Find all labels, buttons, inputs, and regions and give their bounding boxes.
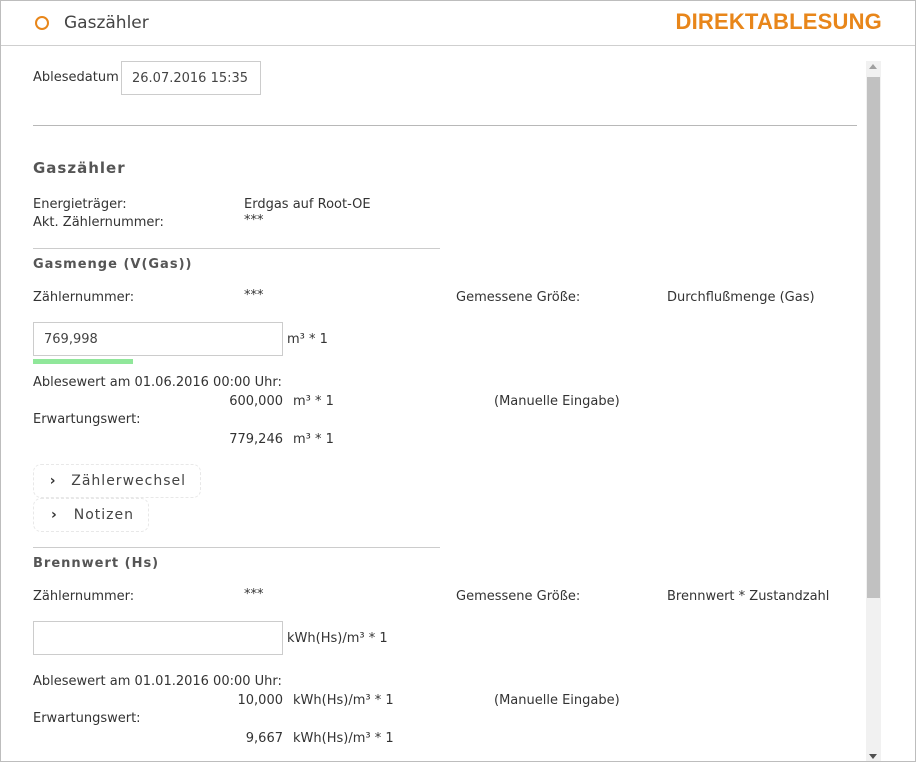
app-window: Gaszähler DIREKTABLESUNG Ablesedatum 26.… [0,0,916,762]
page-title: Gaszähler [64,13,149,33]
section-divider [33,547,440,548]
cal-meter-number-label: Zählernummer: [33,589,135,604]
gas-last-reading-source: (Manuelle Eingabe) [494,394,620,409]
input-progress-bar [33,359,133,364]
cal-expected-label: Erwartungswert: [33,711,141,726]
accordion-label: Notizen [73,507,134,523]
gas-last-reading-value: 600,000 [229,394,283,409]
cal-last-reading-value: 10,000 [237,693,284,708]
cal-input-unit: kWh(Hs)/m³ * 1 [287,631,388,646]
gas-last-reading-unit: m³ * 1 [293,394,334,409]
energy-value: Erdgas auf Root-OE [244,197,371,212]
scrollbar-thumb[interactable] [867,77,880,598]
cal-expected-unit: kWh(Hs)/m³ * 1 [293,731,394,746]
meter-number-value: *** [244,213,264,228]
energy-label: Energieträger: [33,197,127,212]
cal-measured-value: Brennwert * Zustandzahl [667,589,830,604]
scroll-up-arrow-icon[interactable] [869,64,877,69]
title-bar: Gaszähler DIREKTABLESUNG [1,1,915,46]
cal-measured-label: Gemessene Größe: [456,589,581,604]
cal-last-reading-unit: kWh(Hs)/m³ * 1 [293,693,394,708]
cal-expected-value: 9,667 [245,731,283,746]
scroll-down-arrow-icon[interactable] [869,754,877,759]
gas-measured-value: Durchflußmenge (Gas) [667,290,815,305]
calorific-reading-input[interactable] [33,621,283,655]
cal-last-reading-source: (Manuelle Eingabe) [494,693,620,708]
accordion-notes[interactable]: › Notizen [33,498,149,532]
meter-number-label: Akt. Zählernummer: [33,215,164,230]
gas-last-reading-label: Ablesewert am 01.06.2016 00:00 Uhr: [33,375,282,390]
gas-meter-number-label: Zählernummer: [33,290,135,305]
cal-last-reading-label: Ablesewert am 01.01.2016 00:00 Uhr: [33,674,282,689]
status-circle-icon [35,16,49,30]
meter-heading: Gaszähler [33,159,126,177]
gas-reading-input[interactable]: 769,998 [33,322,283,356]
gas-volume-heading: Gasmenge (V(Gas)) [33,257,193,272]
gas-measured-label: Gemessene Größe: [456,290,581,305]
gas-expected-value: 779,246 [229,432,283,447]
reading-date-label: Ablesedatum [33,70,119,85]
gas-expected-unit: m³ * 1 [293,432,334,447]
calorific-heading: Brennwert (Hs) [33,556,160,571]
gas-input-unit: m³ * 1 [287,332,328,347]
chevron-right-icon: › [50,507,57,523]
cal-meter-number-value: *** [244,587,264,602]
chevron-right-icon: › [49,473,56,489]
gas-expected-label: Erwartungswert: [33,412,141,427]
gas-meter-number-value: *** [244,288,264,303]
accordion-meter-change[interactable]: › Zählerwechsel [33,464,201,498]
mode-label: DIREKTABLESUNG [675,9,882,34]
reading-date-field[interactable]: 26.07.2016 15:35 [121,61,261,95]
accordion-label: Zählerwechsel [71,473,186,489]
section-divider [33,248,440,249]
divider [33,125,857,126]
